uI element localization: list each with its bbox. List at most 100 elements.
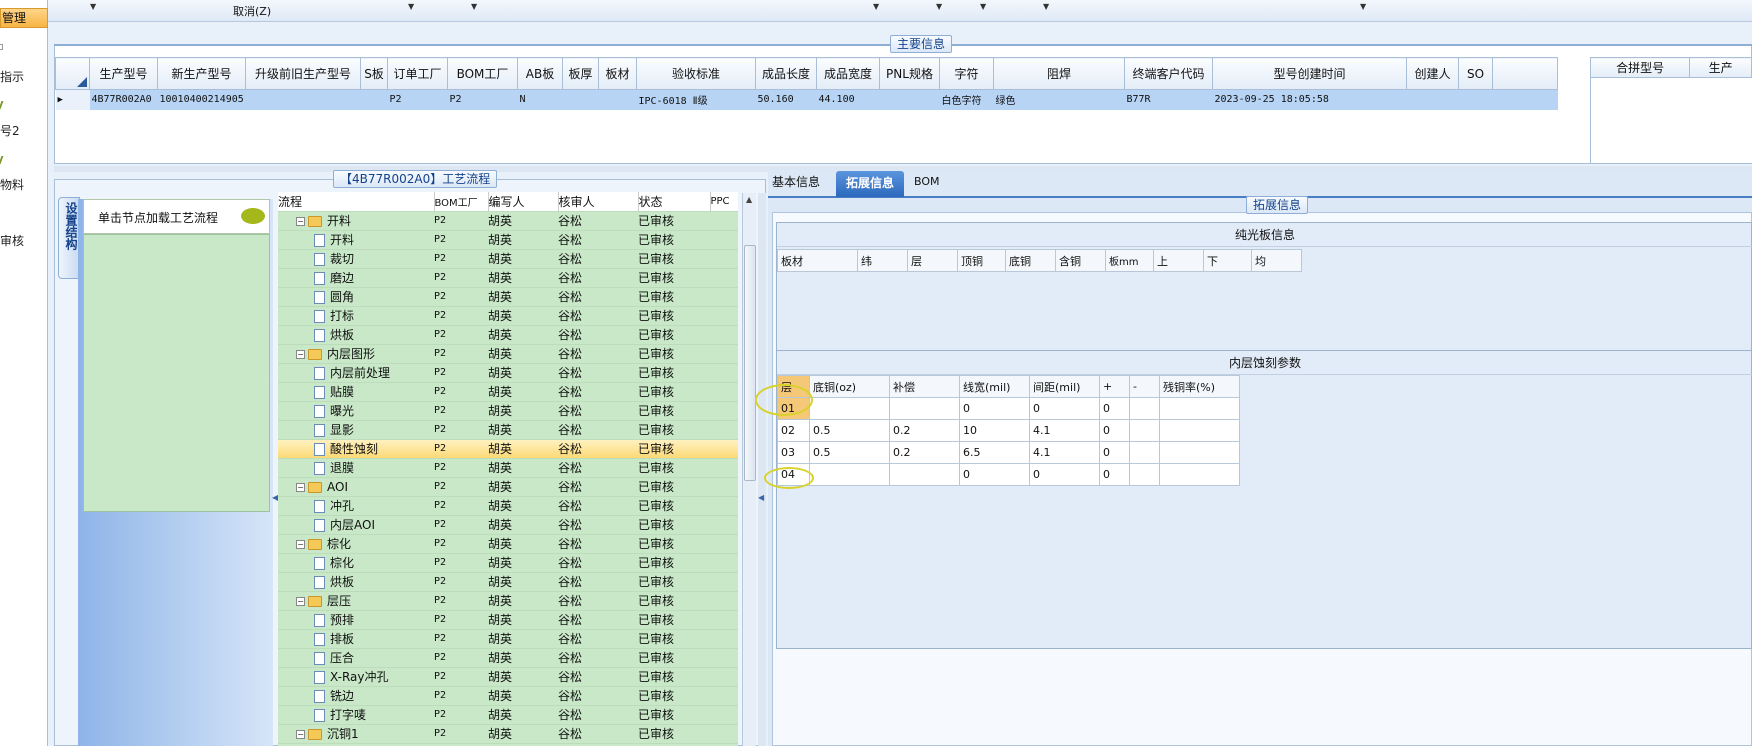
table-cell[interactable]: P2 [434, 420, 488, 440]
table-cell[interactable]: 胡英 [488, 629, 558, 649]
table-cell[interactable]: 已审核 [638, 382, 710, 402]
tree-row[interactable]: − 开料 P2 胡英 谷松 已审核 [278, 211, 738, 231]
col-header[interactable]: + [1099, 375, 1130, 398]
table-cell[interactable] [1159, 463, 1240, 486]
table-cell[interactable]: P2 [434, 211, 488, 231]
table-cell[interactable] [1159, 441, 1240, 464]
table-cell[interactable]: 已审核 [638, 705, 710, 725]
table-cell[interactable]: P2 [388, 90, 448, 110]
table-cell[interactable]: 谷松 [558, 591, 638, 611]
dropdown-arrow-icon[interactable]: ▼ [873, 2, 879, 11]
table-cell[interactable]: 0 [959, 397, 1030, 420]
table-row[interactable]: 02 0.5 0.2 10 4.1 0 [777, 419, 1240, 442]
table-cell[interactable]: 已审核 [638, 363, 710, 383]
table-cell[interactable]: 0.5 [809, 419, 890, 442]
table-cell[interactable]: P2 [434, 534, 488, 554]
table-cell[interactable]: P2 [434, 667, 488, 687]
table-cell[interactable]: 谷松 [558, 344, 638, 364]
table-cell[interactable]: 谷松 [558, 287, 638, 307]
table-cell[interactable]: 胡英 [488, 648, 558, 668]
table-row[interactable]: 04 0 0 0 [777, 463, 1240, 486]
table-cell[interactable]: P2 [434, 591, 488, 611]
tree-node[interactable]: 铣边 [278, 686, 434, 706]
col-header[interactable]: 核审人 [558, 192, 639, 212]
table-cell[interactable]: 谷松 [558, 363, 638, 383]
col-header[interactable]: 验收标准 [636, 57, 756, 90]
table-cell[interactable]: 胡英 [488, 515, 558, 535]
table-cell[interactable]: 50.160 [756, 90, 817, 110]
dropdown-arrow-icon[interactable]: ▼ [1043, 2, 1049, 11]
tree-node[interactable]: 棕化 [278, 553, 434, 573]
table-cell[interactable]: 已审核 [638, 724, 710, 744]
tree-node[interactable]: 酸性蚀刻 [278, 439, 434, 459]
table-cell[interactable]: 胡英 [488, 344, 558, 364]
table-cell[interactable]: 胡英 [488, 439, 558, 459]
tab-basic-info[interactable]: 基本信息 [772, 173, 820, 190]
table-cell[interactable] [1159, 419, 1240, 442]
tree-node[interactable]: − 棕化 [278, 534, 434, 554]
col-header[interactable]: 状态 [638, 192, 711, 212]
tree-row[interactable]: 开料 P2 胡英 谷松 已审核 [278, 230, 738, 250]
tree-node[interactable]: 冲孔 [278, 496, 434, 516]
table-cell[interactable]: P2 [434, 363, 488, 383]
cancel-button[interactable]: 取消(Z) [233, 3, 271, 19]
table-cell[interactable]: P2 [434, 572, 488, 592]
table-cell[interactable] [1129, 441, 1160, 464]
table-cell[interactable]: P2 [434, 477, 488, 497]
table-cell[interactable]: P2 [434, 306, 488, 326]
tree-node[interactable]: 排板 [278, 629, 434, 649]
dropdown-arrow-icon[interactable]: ▼ [980, 2, 986, 11]
tree-row[interactable]: 显影 P2 胡英 谷松 已审核 [278, 420, 738, 440]
tree-row[interactable]: 曝光 P2 胡英 谷松 已审核 [278, 401, 738, 421]
table-cell[interactable]: 谷松 [558, 420, 638, 440]
tree-node[interactable]: 退膜 [278, 458, 434, 478]
table-cell[interactable] [599, 90, 637, 110]
table-cell[interactable]: 0 [1099, 397, 1130, 420]
table-cell[interactable]: 胡英 [488, 686, 558, 706]
tree-row[interactable]: 打字唛 P2 胡英 谷松 已审核 [278, 705, 738, 725]
table-cell[interactable] [1407, 90, 1459, 110]
tree-row[interactable]: 贴膜 P2 胡英 谷松 已审核 [278, 382, 738, 402]
table-cell[interactable]: 胡英 [488, 724, 558, 744]
col-header[interactable]: AB板 [517, 57, 563, 90]
tree-row[interactable]: 磨边 P2 胡英 谷松 已审核 [278, 268, 738, 288]
table-cell[interactable]: 2023-09-25 18:05:58 [1213, 90, 1407, 110]
table-cell[interactable]: P2 [434, 458, 488, 478]
table-cell[interactable] [889, 397, 960, 420]
tree-row[interactable]: 冲孔 P2 胡英 谷松 已审核 [278, 496, 738, 516]
table-cell[interactable] [880, 90, 940, 110]
table-cell[interactable]: 谷松 [558, 724, 638, 744]
tree-node[interactable]: 开料 [278, 230, 434, 250]
nav-item-material[interactable]: 物料 [0, 176, 24, 193]
table-cell[interactable]: 谷松 [558, 610, 638, 630]
tab-extended-info[interactable]: 拓展信息 [836, 171, 904, 197]
table-cell[interactable]: 已审核 [638, 496, 710, 516]
collapse-icon[interactable]: − [296, 482, 305, 492]
table-cell[interactable]: 已审核 [638, 306, 710, 326]
col-header[interactable]: 阻焊 [993, 57, 1125, 90]
tree-node[interactable]: X-Ray冲孔 [278, 667, 434, 687]
table-cell[interactable]: P2 [434, 515, 488, 535]
tree-node[interactable]: − 内层图形 [278, 344, 434, 364]
tree-row[interactable]: − 内层图形 P2 胡英 谷松 已审核 [278, 344, 738, 364]
table-cell[interactable]: P2 [434, 401, 488, 421]
scroll-thumb[interactable] [744, 245, 756, 481]
tree-node[interactable]: 烘板 [278, 572, 434, 592]
dropdown-arrow-icon[interactable]: ▼ [936, 2, 942, 11]
table-cell[interactable]: 已审核 [638, 325, 710, 345]
tree-row[interactable]: X-Ray冲孔 P2 胡英 谷松 已审核 [278, 667, 738, 687]
layer-cell[interactable]: 02 [777, 419, 810, 442]
table-cell[interactable]: P2 [434, 439, 488, 459]
col-header[interactable]: 板材 [777, 249, 858, 272]
col-header[interactable]: 合拼型号 [1589, 57, 1691, 78]
table-cell[interactable]: 已审核 [638, 211, 710, 231]
table-cell[interactable]: 谷松 [558, 477, 638, 497]
table-cell[interactable]: 0.2 [889, 441, 960, 464]
collapse-icon[interactable]: − [296, 350, 305, 359]
tree-row[interactable]: 内层前处理 P2 胡英 谷松 已审核 [278, 363, 738, 383]
table-cell[interactable]: 谷松 [558, 496, 638, 516]
col-header[interactable]: S板 [360, 57, 388, 90]
tree-node[interactable]: − 沉铜1 [278, 724, 434, 744]
table-cell[interactable]: P2 [434, 705, 488, 725]
table-cell[interactable] [1159, 397, 1240, 420]
